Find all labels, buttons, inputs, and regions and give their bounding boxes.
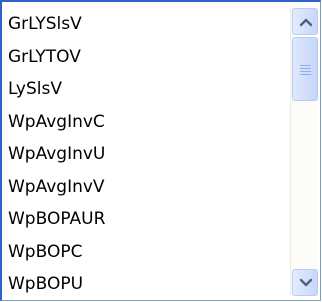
list-item[interactable]: LySlsV [8,73,288,106]
list-items: GrLYSlsV GrLYTOV LySlsV WpAvgInvC WpAvgI… [8,8,288,300]
list-item[interactable]: GrLYSlsV [8,8,288,41]
attribute-listbox[interactable]: GrLYSlsV GrLYTOV LySlsV WpAvgInvC WpAvgI… [0,0,321,301]
thumb-grip-line [300,65,311,66]
list-item[interactable]: WpAvgInvC [8,106,288,139]
list-item[interactable]: GrLYTOV [8,41,288,74]
chevron-down-icon [299,278,313,287]
list-item[interactable]: WpAvgInvU [8,138,288,171]
thumb-grip-line [300,68,311,69]
chevron-up-icon [299,18,313,27]
scroll-up-button[interactable] [292,8,318,35]
scroll-thumb[interactable] [292,37,318,101]
scroll-down-button[interactable] [292,269,318,296]
list-item[interactable]: WpBOPAUR [8,203,288,236]
list-item[interactable]: WpBOPC [8,236,288,269]
list-item[interactable]: WpAvgInvV [8,171,288,204]
list-item[interactable]: WpBOPU [8,268,288,300]
thumb-grip-line [300,74,311,75]
vertical-scrollbar[interactable] [290,8,318,296]
thumb-grip-line [300,71,311,72]
